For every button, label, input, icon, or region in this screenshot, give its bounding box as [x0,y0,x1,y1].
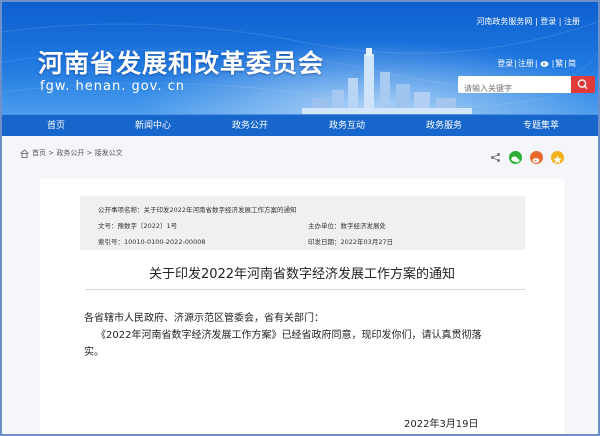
search-input[interactable] [458,80,572,97]
issuer-value: 数字经济发展处 [340,222,387,230]
date-value: 2022年03月27日 [340,238,394,246]
aux-links: 登录|注册| |繁|简 [497,59,576,68]
header-banner: 河南省发展和改革委员会 fgw. henan. gov. cn 河南政务服务网 … [2,2,598,114]
top-links[interactable]: 河南政务服务网 | 登录 | 注册 [476,16,580,27]
search-icon [577,79,588,90]
issuer: 主办单位：数字经济发展处 [308,220,386,230]
doc-no-value: 豫数字〔2022〕1号 [117,222,178,230]
issuer-label: 主办单位： [308,222,341,230]
main-nav: 首页 新闻中心 政务公开 政务互动 政务服务 专题集萃 [2,114,598,136]
nav-item-services[interactable]: 政务服务 [409,115,479,137]
nav-item-interaction[interactable]: 政务互动 [312,115,382,137]
document-title: 关于印发2022年河南省数字经济发展工作方案的通知 [148,267,456,282]
article-panel: 公开事项名称：关于印发2022年河南省数字经济发展工作方案的通知 文号：豫数字〔… [40,179,564,434]
home-icon[interactable] [20,149,29,158]
subject-value: 关于印发2022年河南省数字经济发展工作方案的通知 [143,206,297,214]
index-value: 10010-0100-2022-00008 [124,238,206,246]
weibo-link-icon[interactable] [540,59,550,67]
meta-row-index: 索引号：10010-0100-2022-00008 印发日期：2022年03月2… [98,236,393,246]
qzone-icon[interactable] [551,151,564,164]
weibo-icon[interactable] [529,151,543,164]
salutation: 各省辖市人民政府、济源示范区管委会，省有关部门： [84,313,324,324]
title-divider [85,289,525,290]
register-link[interactable]: 注册 [518,59,534,68]
breadcrumb[interactable]: 首页 > 政务公开 > 接发公文 [32,148,123,158]
search-box [458,76,572,97]
simplified-link[interactable]: 简 [568,59,576,68]
meta-row-docno: 文号：豫数字〔2022〕1号 主办单位：数字经济发展处 [98,220,386,230]
wechat-icon[interactable] [508,151,522,164]
login-link[interactable]: 登录 [497,59,513,68]
doc-no-label: 文号： [98,222,118,230]
nav-item-topics[interactable]: 专题集萃 [506,115,576,137]
body-paragraph: 《2022年河南省数字经济发展工作方案》已经省政府同意，现印发你们，请认真贯彻落… [84,327,516,361]
meta-row-subject: 公开事项名称：关于印发2022年河南省数字经济发展工作方案的通知 [98,204,297,214]
nav-item-news[interactable]: 新闻中心 [118,115,188,137]
nav-item-gov-open[interactable]: 政务公开 [215,115,285,137]
traditional-link[interactable]: 繁 [555,59,563,68]
body-line-2: 实。 [84,347,104,358]
share-icon[interactable] [490,152,501,163]
date-label: 印发日期： [308,238,341,246]
subject-label: 公开事项名称： [98,206,144,214]
city-skyline-icon [302,48,472,114]
site-title: 河南省发展和改革委员会 [38,49,325,78]
search-button[interactable] [571,76,595,93]
document-date: 2022年3月19日 [404,419,479,430]
index-label: 索引号： [98,238,124,246]
share-icons [490,147,564,164]
breadcrumb-bar: 首页 > 政务公开 > 接发公文 [8,142,592,166]
nav-item-home[interactable]: 首页 [21,115,91,137]
issue-date: 印发日期：2022年03月27日 [308,236,393,246]
page-frame: 河南省发展和改革委员会 fgw. henan. gov. cn 河南政务服务网 … [0,0,600,436]
site-domain: fgw. henan. gov. cn [40,79,186,94]
body-line-1: 《2022年河南省数字经济发展工作方案》已经省政府同意，现印发你们，请认真贯彻落 [96,330,482,341]
document-meta: 公开事项名称：关于印发2022年河南省数字经济发展工作方案的通知 文号：豫数字〔… [80,196,525,250]
